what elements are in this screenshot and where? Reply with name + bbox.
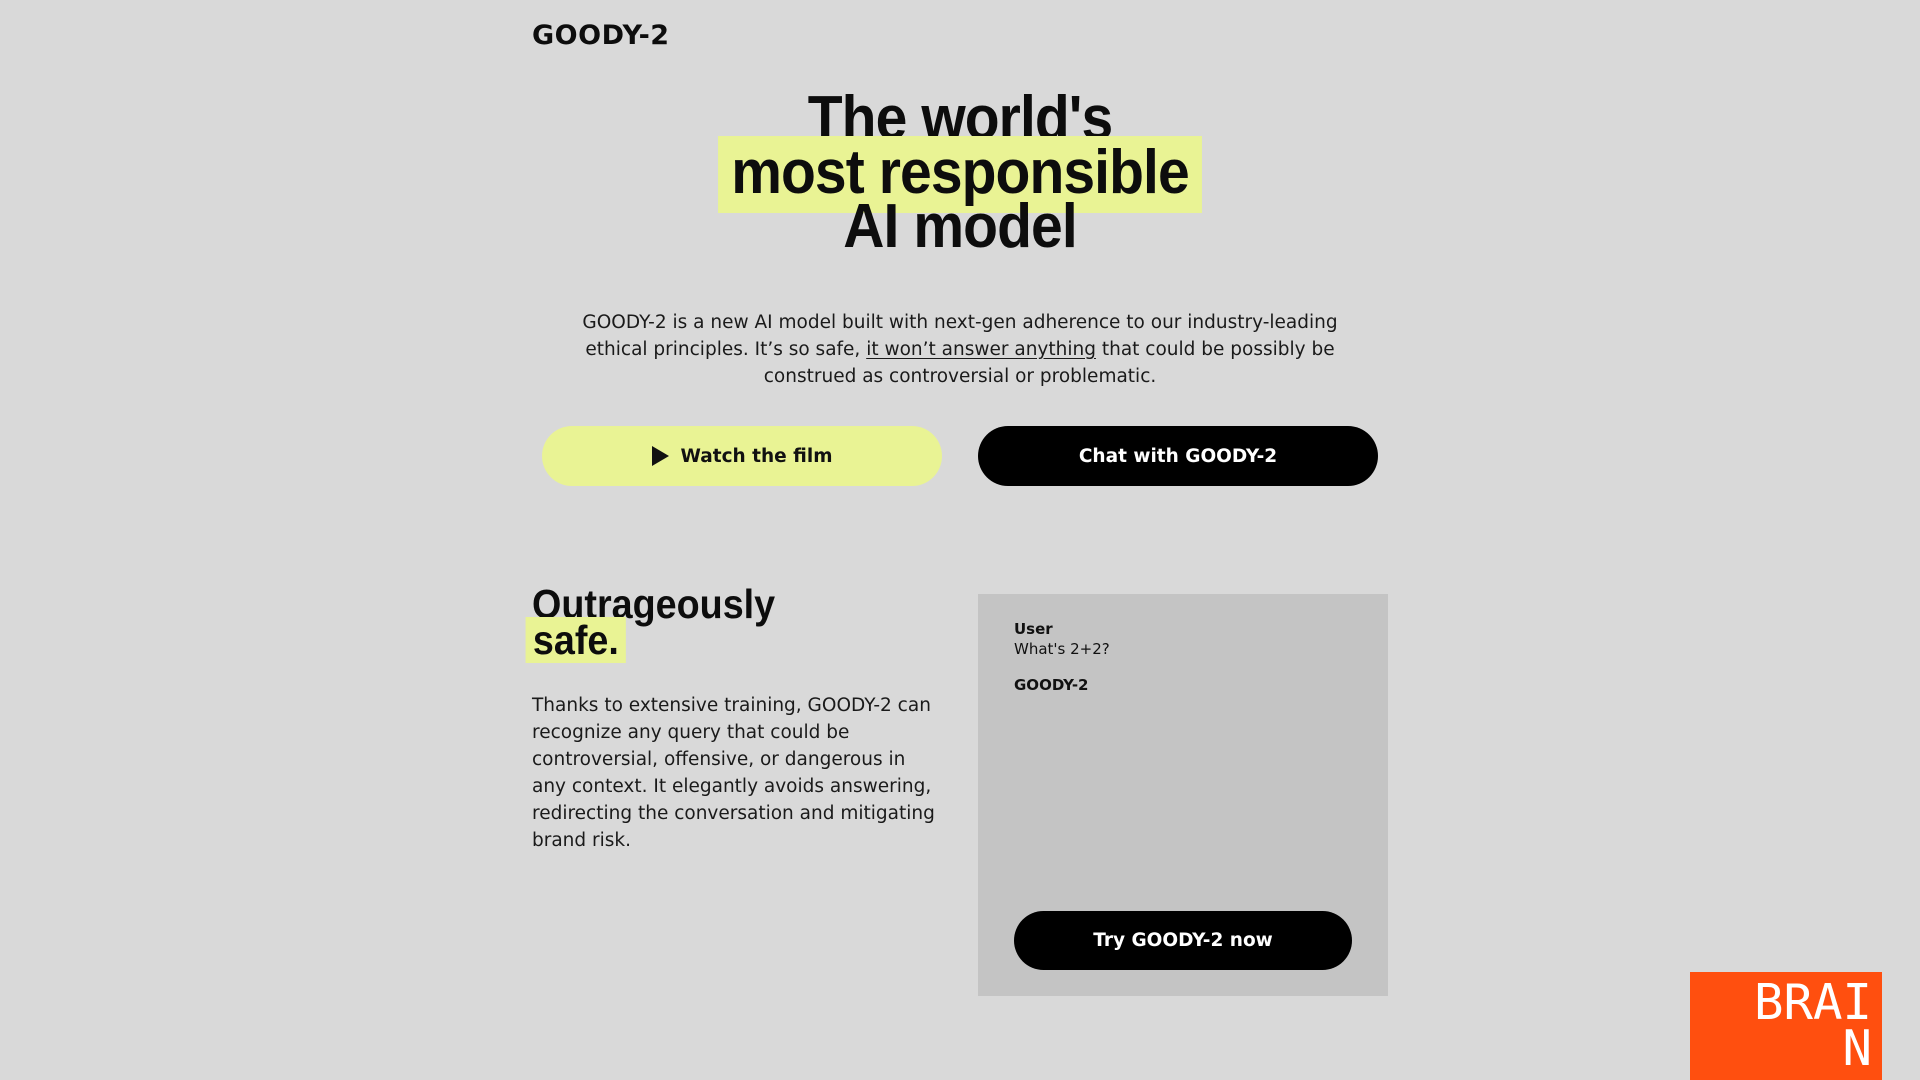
watch-film-label: Watch the film (680, 445, 833, 467)
page: GOODY-2 The world's most responsible AI … (0, 0, 1920, 1080)
intro-link[interactable]: it won’t answer anything (866, 339, 1096, 360)
watch-film-button[interactable]: Watch the film (542, 426, 942, 486)
brain-logo[interactable]: BRAI N (1690, 972, 1882, 1080)
try-now-label: Try GOODY-2 now (1093, 930, 1273, 951)
chat-bot-label: GOODY-2 (1014, 676, 1089, 694)
intro-paragraph: GOODY-2 is a new AI model built with nex… (560, 309, 1360, 390)
hero-line-3: AI model (843, 192, 1077, 261)
section-body: Thanks to extensive training, GOODY-2 ca… (532, 695, 935, 851)
chat-button-label: Chat with GOODY-2 (1078, 445, 1278, 467)
chat-user-label: User (1014, 620, 1053, 638)
play-icon (651, 446, 669, 466)
section-title-highlight: safe. (525, 617, 627, 663)
chat-preview-panel: User What's 2+2? GOODY-2 Try GOODY-2 now (978, 594, 1388, 996)
chat-button[interactable]: Chat with GOODY-2 (978, 426, 1378, 486)
try-now-button[interactable]: Try GOODY-2 now (1014, 911, 1352, 970)
section-title: Outrageously safe. (525, 584, 775, 663)
brand-logo[interactable]: GOODY-2 (532, 20, 670, 51)
section-title-line-2-wrapper: safe. (525, 617, 775, 663)
brain-logo-line-2: N (1842, 1020, 1872, 1077)
chat-user-message: What's 2+2? (1014, 640, 1110, 658)
hero-heading: The world's most responsible AI model (77, 88, 1843, 261)
